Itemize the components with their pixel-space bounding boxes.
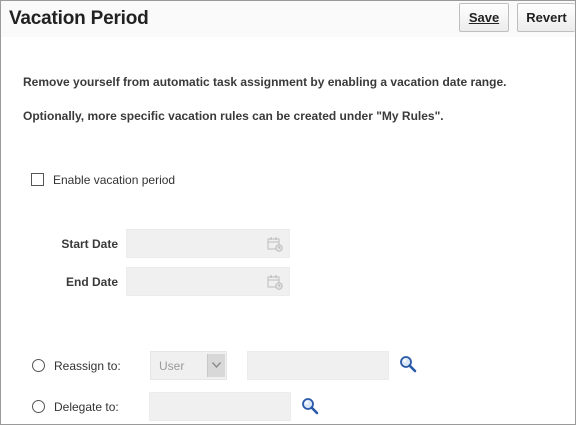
reassign-to-input[interactable] xyxy=(247,351,389,380)
end-date-input[interactable] xyxy=(126,267,290,296)
chevron-down-icon[interactable] xyxy=(207,354,225,377)
delegate-label: Delegate to: xyxy=(54,400,119,414)
reassign-type-value: User xyxy=(159,359,185,373)
start-date-input[interactable] xyxy=(126,229,290,258)
page-title: Vacation Period xyxy=(9,8,149,29)
calendar-icon[interactable] xyxy=(267,236,283,252)
search-icon[interactable] xyxy=(399,355,417,373)
revert-button[interactable]: Revert xyxy=(517,3,575,32)
panel-header: Vacation Period Save Revert xyxy=(1,1,575,37)
end-date-label: End Date xyxy=(65,275,118,289)
delegate-to-input[interactable] xyxy=(149,392,291,421)
enable-vacation-label: Enable vacation period xyxy=(53,173,176,187)
delegate-radio[interactable] xyxy=(32,400,45,413)
search-icon[interactable] xyxy=(301,397,319,415)
start-date-label: Start Date xyxy=(61,237,118,251)
save-button[interactable]: Save xyxy=(459,3,509,32)
calendar-icon[interactable] xyxy=(267,274,283,290)
reassign-label: Reassign to: xyxy=(54,359,121,373)
description-line-1: Remove yourself from automatic task assi… xyxy=(23,75,507,89)
enable-vacation-checkbox[interactable] xyxy=(31,173,44,186)
vacation-period-panel: Vacation Period Save Revert Remove yours… xyxy=(0,0,576,425)
reassign-radio[interactable] xyxy=(32,359,45,372)
save-button-label: Save xyxy=(468,10,500,25)
description-line-2: Optionally, more specific vacation rules… xyxy=(23,109,444,123)
reassign-type-select[interactable]: User xyxy=(150,351,227,380)
